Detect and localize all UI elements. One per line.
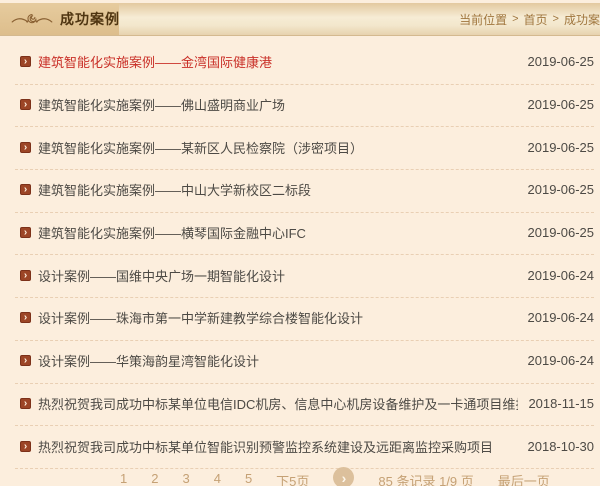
breadcrumb: 当前位置 > 首页 > 成功案例 xyxy=(459,3,600,35)
page-link-5[interactable]: 5 xyxy=(245,471,252,486)
records-summary: 85 条记录 1/9 页 xyxy=(378,471,473,486)
arrow-bullet-icon: › xyxy=(20,56,31,67)
case-title-link[interactable]: 建筑智能化实施案例——金湾国际健康港 xyxy=(38,52,518,71)
arrow-bullet-icon: › xyxy=(20,441,31,452)
pagination: 1 2 3 4 5 下5页 › 85 条记录 1/9 页 最后一页 xyxy=(0,471,600,486)
case-list-item[interactable]: › 建筑智能化实施案例——金湾国际健康港 2019-06-25 xyxy=(15,42,594,85)
case-title-link[interactable]: 热烈祝贺我司成功中标某单位电信IDC机房、信息中心机房设备维护及一卡通项目维护服… xyxy=(38,394,518,413)
case-list-item[interactable]: › 设计案例——珠海市第一中学新建教学综合楼智能化设计 2019-06-24 xyxy=(15,298,594,341)
arrow-bullet-icon: › xyxy=(20,184,31,195)
next-page-icon[interactable]: › xyxy=(333,467,354,486)
case-title-link[interactable]: 设计案例——国维中央广场一期智能化设计 xyxy=(38,266,518,285)
case-list-item[interactable]: › 设计案例——华策海韵星湾智能化设计 2019-06-24 xyxy=(15,341,594,384)
next-group-link[interactable]: 下5页 xyxy=(276,471,309,486)
case-list-item[interactable]: › 建筑智能化实施案例——某新区人民检察院（涉密项目） 2019-06-25 xyxy=(15,127,594,170)
case-date: 2019-06-24 xyxy=(518,268,595,283)
case-date: 2019-06-25 xyxy=(518,225,595,240)
breadcrumb-separator: > xyxy=(553,13,559,25)
page-link-2[interactable]: 2 xyxy=(151,471,158,486)
arrow-bullet-icon: › xyxy=(20,142,31,153)
page-link-3[interactable]: 3 xyxy=(182,471,189,486)
case-list: › 建筑智能化实施案例——金湾国际健康港 2019-06-25 › 建筑智能化实… xyxy=(15,42,594,469)
section-title-block: 成功案例 xyxy=(0,3,119,35)
case-date: 2019-06-24 xyxy=(518,353,595,368)
case-list-item[interactable]: › 建筑智能化实施案例——佛山盛明商业广场 2019-06-25 xyxy=(15,85,594,128)
case-title-link[interactable]: 设计案例——珠海市第一中学新建教学综合楼智能化设计 xyxy=(38,308,518,327)
success-cases-page: 成功案例 当前位置 > 首页 > 成功案例 › 建筑智能化实施案例——金湾国际健… xyxy=(0,0,600,486)
case-date: 2019-06-25 xyxy=(518,182,595,197)
case-list-item[interactable]: › 热烈祝贺我司成功中标某单位电信IDC机房、信息中心机房设备维护及一卡通项目维… xyxy=(15,384,594,427)
arrow-bullet-icon: › xyxy=(20,312,31,323)
breadcrumb-separator: > xyxy=(512,13,518,25)
case-title-link[interactable]: 建筑智能化实施案例——中山大学新校区二标段 xyxy=(38,180,518,199)
case-date: 2018-10-30 xyxy=(518,439,595,454)
case-list-item[interactable]: › 热烈祝贺我司成功中标某单位智能识别预警监控系统建设及远距离监控采购项目 20… xyxy=(15,426,594,469)
case-date: 2018-11-15 xyxy=(518,396,594,411)
case-title-link[interactable]: 建筑智能化实施案例——横琴国际金融中心IFC xyxy=(38,223,518,242)
case-list-item[interactable]: › 建筑智能化实施案例——中山大学新校区二标段 2019-06-25 xyxy=(15,170,594,213)
section-header: 成功案例 当前位置 > 首页 > 成功案例 xyxy=(0,3,600,36)
arrow-bullet-icon: › xyxy=(20,398,31,409)
case-date: 2019-06-25 xyxy=(518,54,595,69)
case-list-item[interactable]: › 建筑智能化实施案例——横琴国际金融中心IFC 2019-06-25 xyxy=(15,213,594,256)
case-date: 2019-06-24 xyxy=(518,310,595,325)
arrow-bullet-icon: › xyxy=(20,270,31,281)
arrow-bullet-icon: › xyxy=(20,99,31,110)
breadcrumb-home-link[interactable]: 首页 xyxy=(524,11,548,28)
breadcrumb-prefix: 当前位置 xyxy=(459,11,507,28)
arrow-bullet-icon: › xyxy=(20,355,31,366)
breadcrumb-current-link[interactable]: 成功案例 xyxy=(564,11,600,28)
case-title-link[interactable]: 热烈祝贺我司成功中标某单位智能识别预警监控系统建设及远距离监控采购项目 xyxy=(38,437,518,456)
last-page-link[interactable]: 最后一页 xyxy=(498,471,550,486)
cloud-ornament-icon xyxy=(10,9,54,29)
case-title-link[interactable]: 建筑智能化实施案例——某新区人民检察院（涉密项目） xyxy=(38,138,518,157)
page-link-1[interactable]: 1 xyxy=(120,471,127,486)
arrow-bullet-icon: › xyxy=(20,227,31,238)
case-date: 2019-06-25 xyxy=(518,97,595,112)
case-title-link[interactable]: 设计案例——华策海韵星湾智能化设计 xyxy=(38,351,518,370)
page-link-4[interactable]: 4 xyxy=(214,471,221,486)
case-title-link[interactable]: 建筑智能化实施案例——佛山盛明商业广场 xyxy=(38,95,518,114)
case-date: 2019-06-25 xyxy=(518,140,595,155)
page-title: 成功案例 xyxy=(60,9,120,29)
case-list-item[interactable]: › 设计案例——国维中央广场一期智能化设计 2019-06-24 xyxy=(15,255,594,298)
